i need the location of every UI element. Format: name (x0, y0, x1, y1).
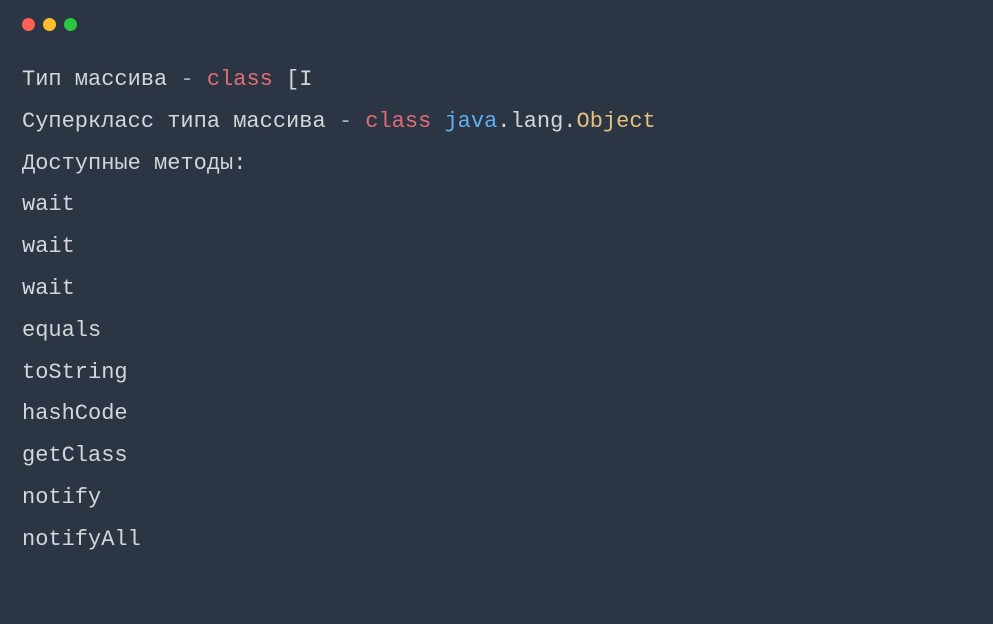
code-line: toString (22, 352, 971, 394)
code-line: wait (22, 226, 971, 268)
close-icon[interactable] (22, 18, 35, 31)
operator-token: - (339, 109, 352, 134)
text-token: Суперкласс типа массива (22, 109, 339, 134)
text-token: wait (22, 192, 75, 217)
code-line: notify (22, 477, 971, 519)
text-token: Доступные методы: (22, 151, 246, 176)
text-token: notifyAll (22, 527, 141, 552)
classname-token: Object (577, 109, 656, 134)
text-token (352, 109, 365, 134)
code-line: equals (22, 310, 971, 352)
code-line: getClass (22, 435, 971, 477)
window-controls (0, 0, 993, 31)
code-line: notifyAll (22, 519, 971, 561)
keyword-token: class (207, 67, 273, 92)
maximize-icon[interactable] (64, 18, 77, 31)
text-token: [I (273, 67, 313, 92)
text-token: getClass (22, 443, 128, 468)
text-token (431, 109, 444, 134)
code-line: wait (22, 268, 971, 310)
text-token: hashCode (22, 401, 128, 426)
text-token: .lang. (497, 109, 576, 134)
operator-token: - (180, 67, 193, 92)
minimize-icon[interactable] (43, 18, 56, 31)
code-line: hashCode (22, 393, 971, 435)
text-token: toString (22, 360, 128, 385)
text-token: equals (22, 318, 101, 343)
namespace-token: java (444, 109, 497, 134)
text-token: notify (22, 485, 101, 510)
code-line: wait (22, 184, 971, 226)
text-token: Тип массива (22, 67, 180, 92)
text-token: wait (22, 234, 75, 259)
code-output: Тип массива - class [IСуперкласс типа ма… (0, 31, 993, 561)
text-token: wait (22, 276, 75, 301)
code-line: Суперкласс типа массива - class java.lan… (22, 101, 971, 143)
keyword-token: class (365, 109, 431, 134)
code-line: Тип массива - class [I (22, 59, 971, 101)
code-line: Доступные методы: (22, 143, 971, 185)
text-token (194, 67, 207, 92)
